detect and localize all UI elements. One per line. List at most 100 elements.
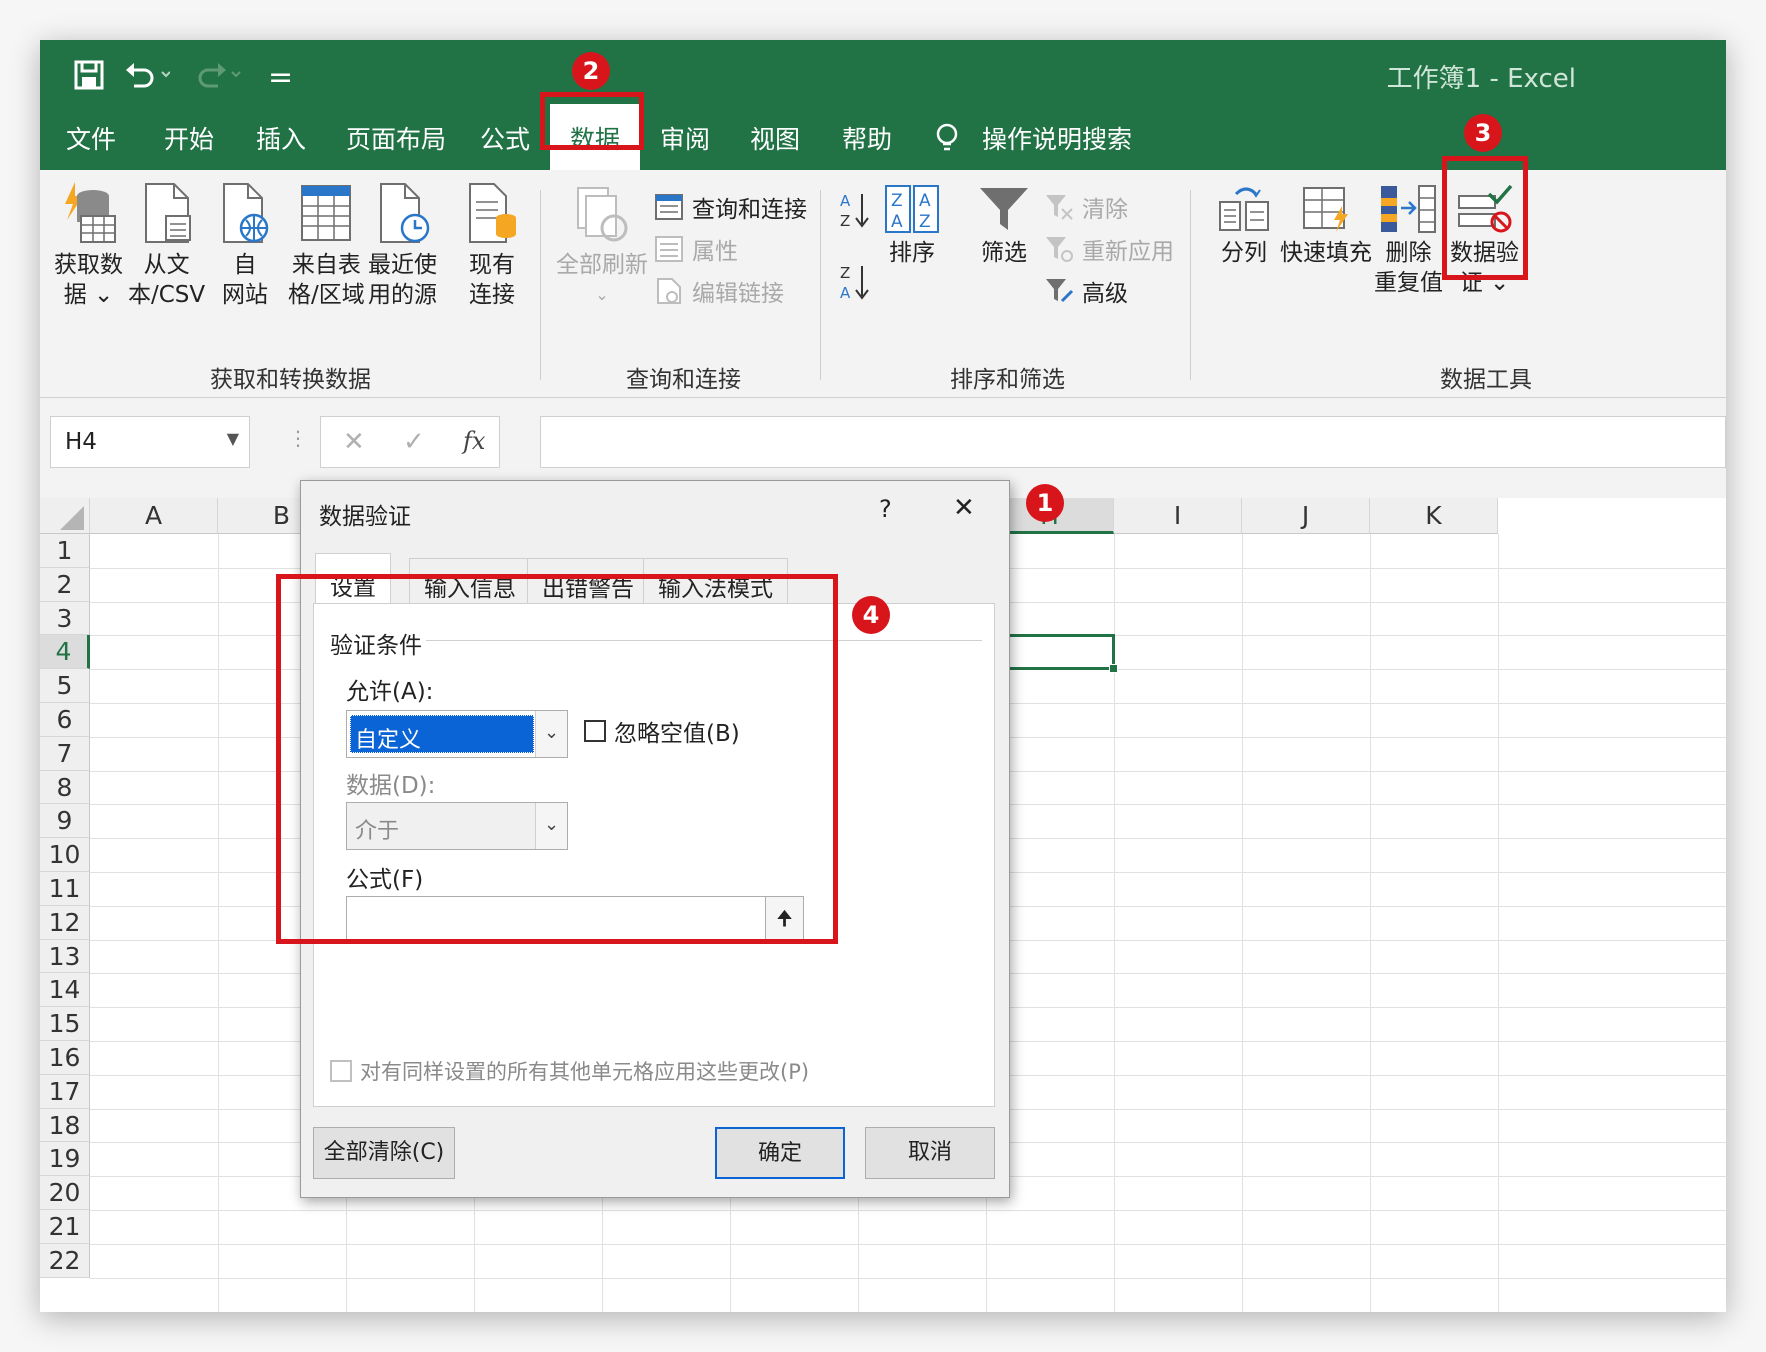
column-header-j[interactable]: J	[1242, 498, 1370, 534]
grid-horizontal-line	[90, 1243, 1726, 1245]
svg-text:A: A	[840, 284, 851, 302]
svg-text:Z: Z	[891, 191, 903, 211]
row-header-3[interactable]: 3	[40, 601, 90, 636]
row-header-20[interactable]: 20	[40, 1176, 90, 1210]
tab-formulas[interactable]: 公式	[480, 120, 530, 156]
row-header-21[interactable]: 21	[40, 1210, 90, 1244]
remove-duplicates-button[interactable]: 删除 重复值	[1374, 184, 1443, 298]
checkbox-box[interactable]	[330, 1060, 352, 1082]
svg-text:Z: Z	[840, 264, 850, 282]
reapply-icon	[1046, 237, 1073, 262]
row-header-22[interactable]: 22	[40, 1243, 90, 1278]
close-icon[interactable]: ✕	[953, 493, 975, 523]
cancel-entry-icon[interactable]: ✕	[343, 427, 365, 457]
reapply-button[interactable]: 重新应用	[1044, 232, 1174, 266]
column-header-i[interactable]: I	[1114, 498, 1242, 534]
queries-connections-button[interactable]: 查询和连接	[654, 190, 807, 224]
advanced-filter-button[interactable]: 高级	[1044, 274, 1128, 308]
row-header-7[interactable]: 7	[40, 736, 90, 771]
row-header-14[interactable]: 14	[40, 973, 90, 1008]
existing-connections-button[interactable]: 现有 连接	[464, 180, 520, 310]
ok-button[interactable]: 确定	[715, 1127, 845, 1179]
row-header-18[interactable]: 18	[40, 1108, 90, 1143]
insert-function-icon[interactable]: fx	[463, 427, 485, 455]
row-header-19[interactable]: 19	[40, 1142, 90, 1177]
cancel-button[interactable]: 取消	[865, 1127, 995, 1179]
clear-filter-button[interactable]: 清除	[1044, 190, 1128, 224]
svg-text:Z: Z	[840, 212, 850, 230]
row-header-5[interactable]: 5	[40, 669, 90, 703]
remove-duplicates-label-1: 删除	[1385, 240, 1432, 266]
recent-sources-button[interactable]: 最近使 用的源	[368, 180, 437, 310]
row-header-2[interactable]: 2	[40, 567, 90, 602]
globe-page-icon	[223, 183, 269, 243]
recent-sources-label-2: 用的源	[368, 282, 437, 308]
group-data-tools: 数据工具	[1440, 367, 1532, 393]
from-table-button[interactable]: 来自表 格/区域	[288, 180, 365, 310]
recent-sources-label-1: 最近使	[368, 252, 437, 278]
row-header-8[interactable]: 8	[40, 770, 90, 805]
tab-view[interactable]: 视图	[750, 120, 800, 156]
edit-links-button[interactable]: 编辑链接	[654, 274, 784, 308]
fill-handle[interactable]	[1109, 664, 1118, 674]
row-header-10[interactable]: 10	[40, 838, 90, 872]
chevron-down-icon[interactable]: ▼	[227, 429, 239, 448]
row-header-13[interactable]: 13	[40, 939, 90, 974]
select-all-corner[interactable]	[40, 498, 90, 534]
save-icon[interactable]	[74, 60, 104, 98]
undo-icon[interactable]	[124, 60, 171, 98]
ribbon-separator	[540, 190, 541, 380]
flash-fill-button[interactable]: 快速填充	[1280, 184, 1372, 268]
get-data-button[interactable]: 获取数 据 ⌄	[54, 180, 123, 310]
tab-insert[interactable]: 插入	[256, 120, 306, 156]
clear-all-button[interactable]: 全部清除(C)	[313, 1127, 455, 1179]
row-header-12[interactable]: 12	[40, 905, 90, 940]
column-header-a[interactable]: A	[90, 498, 218, 534]
filter-label: 筛选	[981, 240, 1027, 266]
sort-label: 排序	[889, 240, 935, 266]
tab-home[interactable]: 开始	[164, 120, 214, 156]
row-header-4[interactable]: 4	[40, 635, 90, 670]
tab-help[interactable]: 帮助	[842, 120, 892, 156]
row-header-15[interactable]: 15	[40, 1007, 90, 1041]
name-box[interactable]: H4 ▼	[50, 416, 250, 468]
tell-me-search[interactable]: 操作说明搜索	[934, 120, 1132, 156]
redo-icon[interactable]	[192, 60, 242, 98]
customize-quick-access-icon[interactable]: =	[268, 60, 293, 95]
sort-dialog-icon: ZAAZ	[885, 185, 939, 233]
row-header-16[interactable]: 16	[40, 1041, 90, 1075]
row-header-17[interactable]: 17	[40, 1074, 90, 1109]
funnel-icon	[980, 188, 1028, 230]
sort-az-icon: AZ	[840, 192, 869, 230]
row-header-6[interactable]: 6	[40, 703, 90, 737]
tab-review[interactable]: 审阅	[660, 120, 710, 156]
sort-za-icon: ZA	[840, 264, 869, 302]
column-header-k[interactable]: K	[1370, 498, 1498, 534]
refresh-all-caret: ⌄	[595, 285, 609, 304]
properties-icon	[655, 236, 683, 262]
formula-input[interactable]	[540, 416, 1726, 468]
help-button[interactable]: ?	[879, 495, 892, 523]
apply-to-all-checkbox[interactable]: 对有同样设置的所有其他单元格应用这些更改(P)	[330, 1056, 809, 1086]
row-header-11[interactable]: 11	[40, 872, 90, 906]
edit-links-label: 编辑链接	[692, 281, 784, 307]
from-web-button[interactable]: 自 网站	[218, 180, 272, 310]
sort-button[interactable]: ZAAZ 排序	[884, 184, 940, 268]
tab-file[interactable]: 文件	[66, 120, 116, 156]
from-text-button[interactable]: 从文 本/CSV	[128, 180, 205, 310]
edit-links-icon	[657, 278, 681, 304]
confirm-entry-icon[interactable]: ✓	[403, 427, 425, 457]
text-to-columns-button[interactable]: 分列	[1216, 184, 1272, 268]
filter-button[interactable]: 筛选	[976, 184, 1032, 268]
remove-duplicates-icon	[1380, 185, 1436, 233]
row-header-9[interactable]: 9	[40, 804, 90, 839]
row-header-1[interactable]: 1	[40, 534, 90, 568]
refresh-all-button[interactable]: 全部刷新 ⌄	[556, 184, 648, 310]
properties-button[interactable]: 属性	[654, 232, 738, 266]
tab-page-layout[interactable]: 页面布局	[346, 120, 446, 156]
tell-me-label: 操作说明搜索	[981, 125, 1132, 154]
get-data-label-2: 据 ⌄	[63, 282, 114, 308]
grid-vertical-line	[1498, 534, 1499, 1312]
sort-descending-button[interactable]: ZA	[838, 262, 872, 302]
sort-ascending-button[interactable]: AZ	[838, 190, 872, 230]
